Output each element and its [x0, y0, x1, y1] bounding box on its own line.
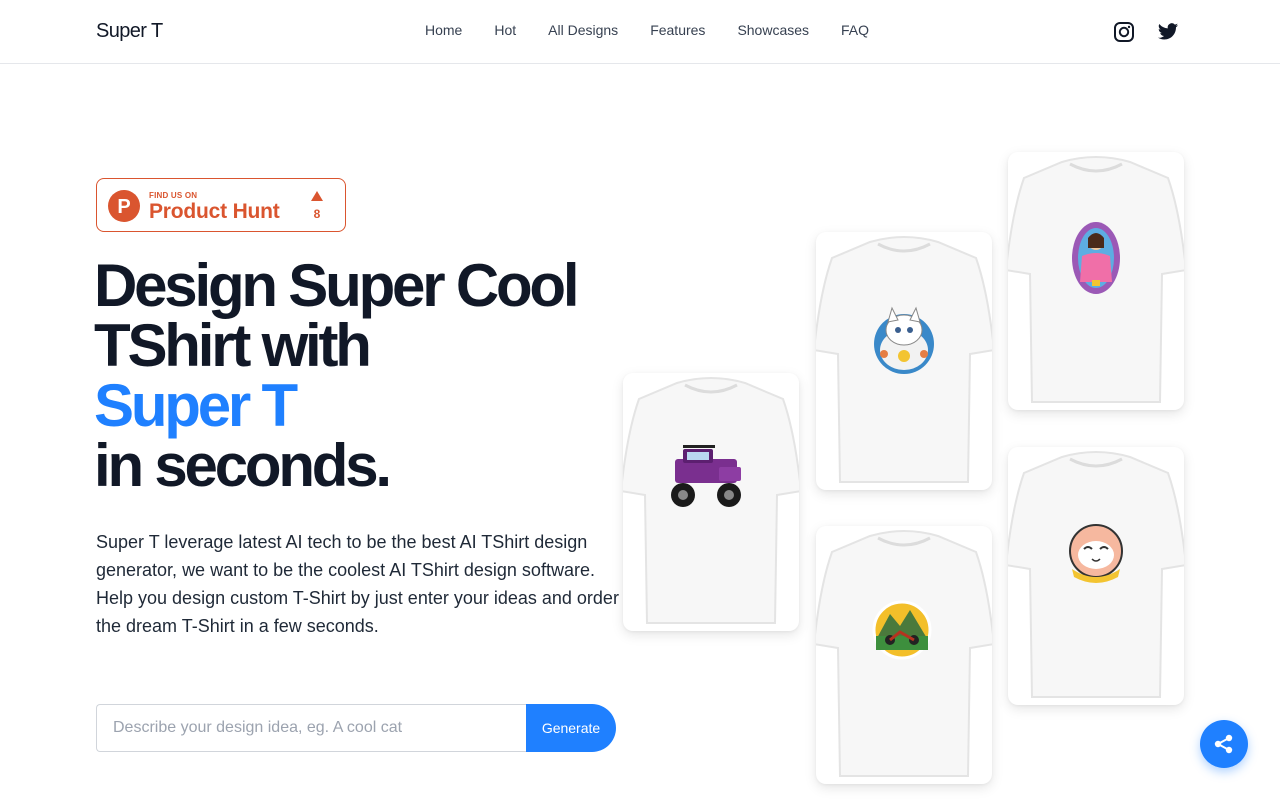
tshirt-card-happy-cat[interactable] — [1008, 447, 1184, 705]
nav-showcases[interactable]: Showcases — [721, 22, 825, 38]
generate-button[interactable]: Generate — [526, 704, 616, 752]
tshirt-card-saint-girl[interactable] — [1008, 152, 1184, 410]
headline-line-2: TShirt with — [94, 312, 372, 379]
site-logo[interactable]: Super T — [96, 20, 163, 43]
share-button[interactable] — [1200, 720, 1248, 768]
tshirt-card-mountain-motorcycle[interactable] — [816, 526, 992, 784]
design-idea-input[interactable] — [96, 704, 528, 752]
tshirt-card-white-cat[interactable] — [816, 232, 992, 490]
hero-description: Super T leverage latest AI tech to be th… — [96, 532, 619, 636]
happy-cat-graphic — [1069, 524, 1123, 583]
twitter-icon[interactable] — [1157, 21, 1179, 43]
product-hunt-name: Product Hunt — [149, 200, 280, 223]
nav-faq[interactable]: FAQ — [825, 22, 885, 38]
site-header: Super T Home Hot All Designs Features Sh… — [0, 0, 1280, 64]
saint-girl-graphic — [1072, 222, 1120, 294]
headline-line-4: in seconds. — [94, 432, 392, 499]
headline-line-1: Design Super Cool — [94, 252, 580, 319]
product-hunt-logo-icon: P — [108, 190, 140, 222]
nav-all-designs[interactable]: All Designs — [532, 22, 634, 38]
upvote-count: 8 — [313, 207, 321, 221]
share-icon — [1214, 734, 1233, 754]
upvote-arrow-icon — [311, 191, 323, 201]
product-hunt-badge[interactable]: P FIND US ON Product Hunt 8 — [96, 178, 346, 232]
nav-features[interactable]: Features — [634, 22, 721, 38]
hero-headline: Design Super Cool TShirt with Super T in… — [94, 252, 580, 499]
mountain-motorcycle-graphic — [872, 600, 932, 660]
nav-hot[interactable]: Hot — [478, 22, 532, 38]
headline-accent: Super T — [94, 372, 298, 439]
main-nav: Home Hot All Designs Features Showcases … — [409, 22, 885, 38]
instagram-icon[interactable] — [1113, 21, 1135, 43]
tshirt-card-monster-truck[interactable] — [623, 373, 799, 631]
nav-home[interactable]: Home — [409, 22, 478, 38]
product-hunt-small-label: FIND US ON — [149, 191, 198, 200]
